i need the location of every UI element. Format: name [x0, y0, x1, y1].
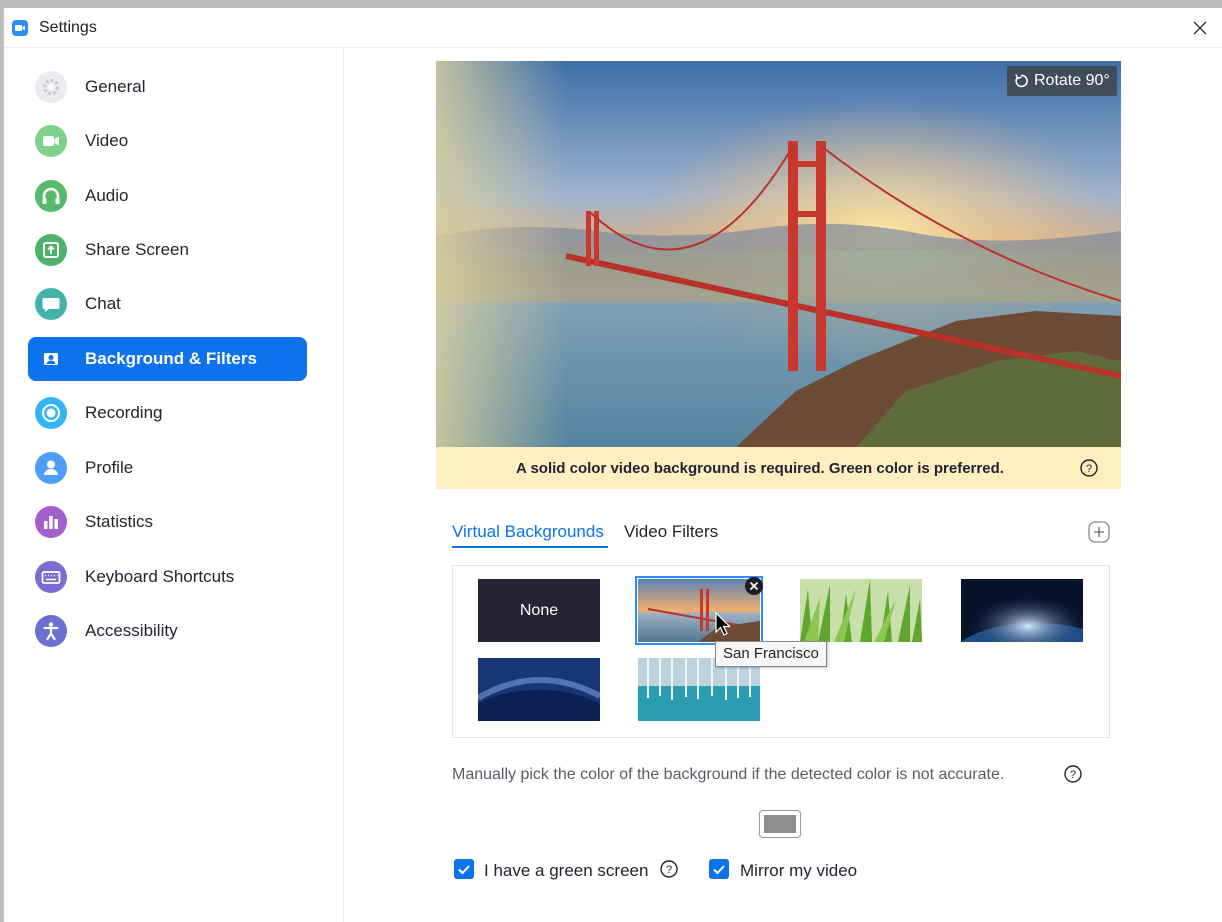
green-screen-warning: A solid color video background is requir…: [436, 447, 1121, 489]
remove-background-button[interactable]: [744, 576, 764, 596]
rotate-90-button[interactable]: Rotate 90°: [1007, 66, 1117, 96]
mirror-video-label: Mirror my video: [740, 861, 858, 880]
close-button[interactable]: [1188, 16, 1212, 40]
warning-text: A solid color video background is requir…: [516, 460, 1004, 477]
sidebar-item-profile[interactable]: Profile: [28, 446, 307, 490]
green-screen-checkbox[interactable]: [454, 859, 474, 879]
sidebar-item-label: Background & Filters: [85, 349, 257, 368]
video-camera-icon: [35, 125, 67, 157]
active-tab-indicator: [452, 546, 608, 548]
sidebar-item-statistics[interactable]: Statistics: [28, 500, 307, 544]
record-icon: [35, 397, 67, 429]
color-swatch: [764, 815, 796, 833]
sidebar-item-share-screen[interactable]: Share Screen: [28, 228, 307, 272]
portrait-icon: [35, 343, 67, 375]
mouse-cursor-icon: [715, 611, 733, 638]
zoom-app-icon: [12, 20, 28, 36]
chat-bubble-icon: [35, 288, 67, 320]
share-screen-icon: [35, 234, 67, 266]
rotate-label: Rotate 90°: [1034, 72, 1110, 89]
tab-video-filters[interactable]: Video Filters: [624, 522, 718, 542]
settings-sidebar: General Video Audio Share Screen Chat Ba…: [4, 48, 344, 922]
checkmark-icon: [713, 865, 725, 875]
green-screen-label: I have a green screen: [484, 861, 649, 880]
add-background-button[interactable]: [1087, 520, 1111, 544]
svg-text:?: ?: [666, 864, 672, 876]
sidebar-item-accessibility[interactable]: Accessibility: [28, 609, 307, 653]
color-hint: Manually pick the color of the backgroun…: [452, 766, 1005, 783]
tab-virtual-backgrounds[interactable]: Virtual Backgrounds: [452, 522, 604, 542]
background-color-picker[interactable]: [759, 810, 801, 838]
keyboard-icon: [35, 561, 67, 593]
sidebar-item-label: Chat: [85, 294, 121, 313]
sidebar-item-chat[interactable]: Chat: [28, 282, 307, 326]
help-icon[interactable]: ?: [1063, 764, 1083, 784]
user-icon: [35, 452, 67, 484]
accessibility-icon: [35, 615, 67, 647]
svg-text:?: ?: [1086, 463, 1092, 475]
sidebar-item-label: Video: [85, 131, 129, 150]
sidebar-item-background-filters[interactable]: Background & Filters: [28, 337, 307, 381]
video-preview: [436, 61, 1121, 447]
sidebar-item-label: Accessibility: [85, 621, 178, 640]
background-none[interactable]: None: [478, 579, 600, 642]
sidebar-item-label: Audio: [85, 186, 129, 205]
background-tooltip: San Francisco: [715, 641, 827, 667]
sidebar-item-label: Recording: [85, 403, 163, 422]
sidebar-item-recording[interactable]: Recording: [28, 391, 307, 435]
sidebar-item-label: Keyboard Shortcuts: [85, 567, 235, 586]
background-san-francisco[interactable]: [635, 576, 763, 645]
sidebar-item-keyboard-shortcuts[interactable]: Keyboard Shortcuts: [28, 555, 307, 599]
sidebar-item-label: Profile: [85, 458, 134, 477]
close-icon: [745, 577, 763, 595]
sidebar-item-label: General: [85, 77, 146, 96]
background-blue-forest[interactable]: [638, 658, 760, 721]
background-earth-space[interactable]: [961, 579, 1083, 642]
help-icon[interactable]: ?: [659, 859, 679, 879]
gear-icon: [35, 71, 67, 103]
rotate-icon: [1015, 74, 1028, 88]
title-bar: Settings: [4, 8, 1222, 48]
none-label: None: [519, 601, 559, 619]
sidebar-item-general[interactable]: General: [28, 65, 307, 109]
headphones-icon: [35, 180, 67, 212]
plus-icon: [1088, 521, 1110, 543]
window-title: Settings: [39, 19, 97, 36]
mirror-video-checkbox[interactable]: [709, 859, 729, 879]
sidebar-item-label: Share Screen: [85, 240, 189, 259]
sidebar-item-audio[interactable]: Audio: [28, 174, 307, 218]
background-milky-way[interactable]: [478, 658, 600, 721]
sidebar-item-label: Statistics: [85, 512, 154, 531]
svg-text:?: ?: [1070, 769, 1076, 781]
background-grass[interactable]: [800, 579, 922, 642]
help-icon[interactable]: ?: [1079, 458, 1099, 478]
bar-chart-icon: [35, 506, 67, 538]
close-icon: [1193, 21, 1207, 35]
sidebar-item-video[interactable]: Video: [28, 119, 307, 163]
checkmark-icon: [458, 865, 470, 875]
